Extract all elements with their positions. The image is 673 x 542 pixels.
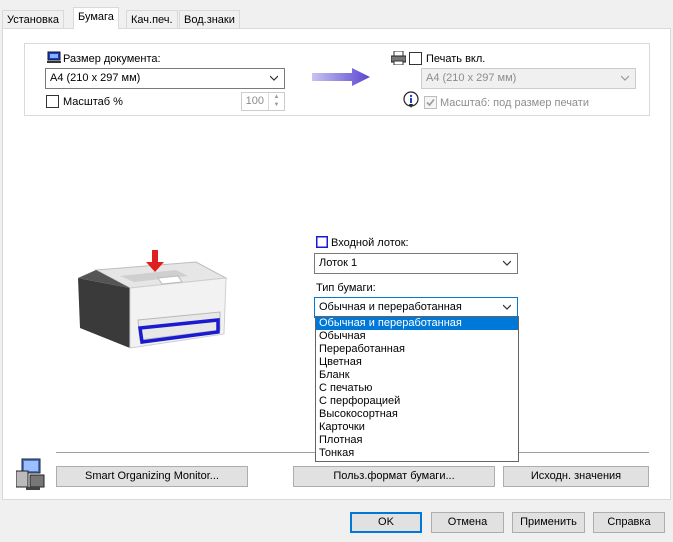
checkmark-icon <box>426 98 435 107</box>
print-on-label: Печать вкл. <box>426 53 486 65</box>
info-bubble-icon <box>403 91 421 112</box>
tab-label: Вод.знаки <box>184 14 235 26</box>
restore-defaults-button[interactable]: Исходн. значения <box>503 466 649 487</box>
document-size-select[interactable]: A4 (210 x 297 мм) <box>45 68 285 89</box>
print-on-value: A4 (210 x 297 мм) <box>426 72 517 84</box>
paper-type-option[interactable]: С перфорацией <box>316 395 518 408</box>
print-on-select[interactable]: A4 (210 x 297 мм) <box>421 68 636 89</box>
paper-type-dropdown-list: Обычная и переработанная Обычная Перераб… <box>315 316 519 462</box>
paper-type-option[interactable]: Переработанная <box>316 343 518 356</box>
input-tray-icon <box>315 235 329 251</box>
paper-type-option[interactable]: Цветная <box>316 356 518 369</box>
paper-type-option[interactable]: Карточки <box>316 421 518 434</box>
paper-type-option[interactable]: Бланк <box>316 369 518 382</box>
tab-setup[interactable]: Установка <box>2 10 64 28</box>
scale-spinner[interactable]: 100 ▲ ▼ <box>241 92 285 111</box>
fit-to-page-label: Масштаб: под размер печати <box>440 97 589 109</box>
paper-type-option[interactable]: Высокосортная <box>316 408 518 421</box>
paper-type-option[interactable]: Плотная <box>316 434 518 447</box>
document-size-label: Размер документа: <box>63 53 161 65</box>
apply-button[interactable]: Применить <box>512 512 585 533</box>
chevron-down-icon <box>621 75 629 81</box>
paper-type-value: Обычная и переработанная <box>319 301 462 313</box>
tab-strip: Установка Бумага Кач.печ. Вод.знаки <box>0 0 673 29</box>
tab-label: Установка <box>7 14 59 26</box>
chevron-up-icon <box>503 304 511 310</box>
tab-watermarks[interactable]: Вод.знаки <box>179 10 240 28</box>
printer-icon <box>390 50 407 68</box>
input-tray-value: Лоток 1 <box>319 257 358 269</box>
spinner-arrows[interactable]: ▲ ▼ <box>268 93 284 110</box>
tab-print-quality[interactable]: Кач.печ. <box>126 10 178 28</box>
printer-illustration <box>78 248 228 355</box>
spinner-up-icon[interactable]: ▲ <box>269 93 284 101</box>
spinner-down-icon[interactable]: ▼ <box>269 101 284 109</box>
tab-paper[interactable]: Бумага <box>73 7 119 29</box>
input-tray-label: Входной лоток: <box>331 237 409 249</box>
smart-organizing-monitor-button[interactable]: Smart Organizing Monitor... <box>56 466 248 487</box>
monitor-icon <box>15 457 46 494</box>
help-button[interactable]: Справка <box>593 512 665 533</box>
paper-type-option[interactable]: Обычная и переработанная <box>316 317 518 330</box>
scale-value: 100 <box>245 95 264 107</box>
input-tray-select[interactable]: Лоток 1 <box>314 253 518 274</box>
document-size-icon <box>47 51 61 67</box>
print-on-checkbox[interactable] <box>409 52 422 65</box>
scale-label: Масштаб % <box>63 96 123 108</box>
paper-type-option[interactable]: Тонкая <box>316 447 518 460</box>
cancel-button[interactable]: Отмена <box>431 512 504 533</box>
chevron-down-icon <box>270 75 278 81</box>
ok-button[interactable]: OK <box>350 512 422 533</box>
paper-type-label: Тип бумаги: <box>316 282 376 294</box>
paper-type-option[interactable]: С печатью <box>316 382 518 395</box>
document-size-value: A4 (210 x 297 мм) <box>50 72 141 84</box>
paper-type-select[interactable]: Обычная и переработанная <box>314 297 518 318</box>
custom-paper-size-button[interactable]: Польз.формат бумаги... <box>293 466 495 487</box>
paper-type-option[interactable]: Обычная <box>316 330 518 343</box>
fit-to-page-checkbox[interactable] <box>424 96 437 109</box>
arrow-right-icon <box>312 68 370 89</box>
scale-checkbox[interactable] <box>46 95 59 108</box>
chevron-down-icon <box>503 260 511 266</box>
tab-label: Кач.печ. <box>131 14 173 26</box>
tab-label: Бумага <box>78 11 114 23</box>
